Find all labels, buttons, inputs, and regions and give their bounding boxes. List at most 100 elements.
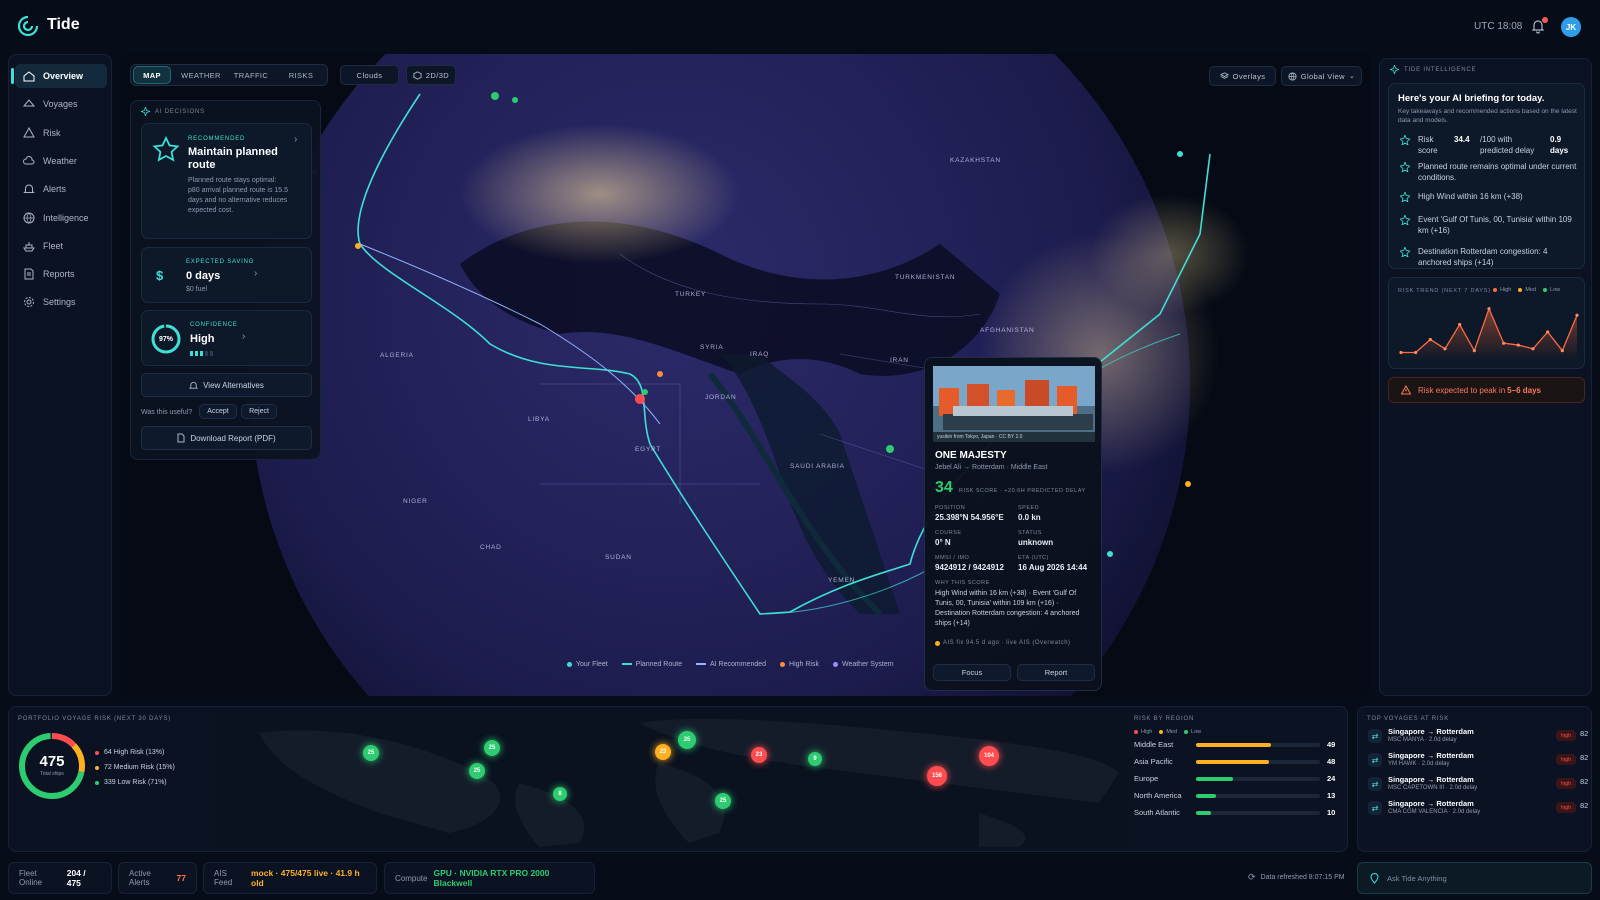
sidebar-item-reports[interactable]: Reports <box>15 262 107 286</box>
global-view-select[interactable]: Global View ⌄ <box>1281 66 1362 86</box>
accept-label: Accept <box>207 408 229 415</box>
accept-button[interactable]: Accept <box>199 404 237 419</box>
clouds-toggle[interactable]: Clouds <box>340 65 399 85</box>
trend-legend-item: Low <box>1543 287 1560 293</box>
region-label: ALGERIA <box>380 352 414 359</box>
data-refreshed: ⟳ Data refreshed 8:07:15 PM <box>1248 872 1345 883</box>
sidebar-item-overview[interactable]: Overview <box>11 64 107 88</box>
focus-button[interactable]: Focus <box>933 664 1011 681</box>
report-button[interactable]: Report <box>1017 664 1095 681</box>
star-icon <box>1400 162 1410 172</box>
map-cluster[interactable]: 25 <box>715 793 731 809</box>
region-bar-fill <box>1196 794 1216 798</box>
document-icon <box>177 433 185 443</box>
download-report-label: Download Report (PDF) <box>190 433 276 443</box>
map-cluster[interactable]: 23 <box>655 744 671 760</box>
portfolio-header: PORTFOLIO VOYAGE RISK (NEXT 30 DAYS) <box>18 716 172 722</box>
active-alerts-chip[interactable]: Active Alerts 77 <box>118 862 197 894</box>
expected-saving-card[interactable]: $ EXPECTED SAVING 0 days $0 fuel › <box>141 247 312 303</box>
region-legend-label: Low <box>1191 729 1202 735</box>
region-label: LIBYA <box>528 416 550 423</box>
feedback-question: Was this useful? <box>141 409 193 416</box>
region-legend-label: Med <box>1166 729 1178 735</box>
layers-icon <box>1219 71 1229 79</box>
region-value: 13 <box>1327 791 1336 800</box>
tab-risks[interactable]: RISKS <box>281 66 321 84</box>
reject-button[interactable]: Reject <box>241 404 277 419</box>
recommendation-title: Maintain planned route <box>188 146 278 171</box>
tide-intelligence-panel: TIDE INTELLIGENCE Here's your AI briefin… <box>1379 58 1592 696</box>
trend-point <box>1472 349 1476 353</box>
refresh-icon[interactable]: ⟳ <box>1248 872 1256 883</box>
trend-legend-label: Med <box>1525 287 1537 293</box>
region-bar-track <box>1196 794 1320 798</box>
risk-score-value: 34.4 <box>1454 135 1470 144</box>
map-cluster[interactable]: 35 <box>678 731 696 749</box>
trend-point <box>1414 350 1418 355</box>
tab-weather[interactable]: WEATHER <box>179 66 223 84</box>
download-report-button[interactable]: Download Report (PDF) <box>141 426 312 450</box>
risk-region-header: RISK BY REGION <box>1134 716 1195 722</box>
vessel-route: Jebel Ali → Rotterdam · Middle East <box>935 464 1048 471</box>
sidebar-item-voyages[interactable]: Voyages <box>15 92 107 116</box>
region-bar-fill <box>1196 811 1212 815</box>
map-cluster[interactable]: 23 <box>751 747 767 763</box>
legend-swatch <box>621 663 632 665</box>
voyage-row[interactable]: ⇄ Singapore → Rotterdam MSC MANYA · 2.0d d… <box>1366 726 1588 748</box>
compute-label: Compute <box>395 873 428 883</box>
active-alerts-value: 77 <box>176 873 186 883</box>
sidebar-item-alerts[interactable]: Alerts <box>15 177 107 201</box>
briefing-item-text: Planned route remains optimal under curr… <box>1418 162 1577 182</box>
overlays-button[interactable]: Overlays <box>1209 66 1276 86</box>
voyage-score: 82 <box>1580 729 1589 738</box>
ship-route-icon: ⇄ <box>1368 801 1382 815</box>
compute-value: GPU · NVIDIA RTX PRO 2000 Blackwell <box>433 868 550 888</box>
speed-value: 0.0 kn <box>1018 513 1041 522</box>
chevron-right-icon: › <box>242 331 246 342</box>
mmsi-value: 9424912 / 9424912 <box>935 563 1004 572</box>
map-cluster[interactable]: 8 <box>553 787 567 801</box>
region-label: NIGER <box>403 498 428 505</box>
legend-label: High Risk <box>789 660 819 668</box>
voyage-row[interactable]: ⇄ Singapore → Rotterdam MSC CAPETOWN III ·… <box>1366 774 1588 796</box>
confidence-percent: 97% <box>158 335 173 343</box>
app-title: Tide <box>47 16 80 33</box>
top-voyages-panel: TOP VOYAGES AT RISK ⇄ Singapore → Rotterd… <box>1357 706 1592 852</box>
voyage-row[interactable]: ⇄ Singapore → Rotterdam CMA CGM VALENCIA ·… <box>1366 798 1588 820</box>
sidebar: Overview Voyages Risk Weather Alerts Intellig… <box>8 54 112 696</box>
sidebar-item-risk[interactable]: Risk <box>15 121 107 145</box>
dimension-toggle[interactable]: 2D/3D <box>406 65 456 85</box>
voyage-route: Singapore → Rotterdam <box>1388 799 1474 808</box>
region-legend-item: Med <box>1159 729 1177 735</box>
voyage-row[interactable]: ⇄ Singapore → Rotterdam YM HAWK · 2.0d del… <box>1366 750 1588 772</box>
ask-tide-input[interactable]: Ask Tide Anything <box>1357 862 1592 894</box>
user-avatar[interactable]: JK <box>1561 17 1581 37</box>
ship-route-icon: ⇄ <box>1368 753 1382 767</box>
position-label: POSITION <box>935 505 966 511</box>
view-alternatives-button[interactable]: View Alternatives <box>141 373 312 397</box>
why-text: High Wind within 16 km (+38) · Event 'Gu… <box>935 590 1080 627</box>
map-cluster[interactable]: 104 <box>979 746 999 766</box>
map-cluster[interactable]: 156 <box>927 766 947 786</box>
legend-swatch <box>780 661 786 667</box>
map-cluster[interactable]: 25 <box>469 763 485 779</box>
bell-icon <box>189 381 199 389</box>
region-legend-label: High <box>1141 729 1153 735</box>
sidebar-item-weather[interactable]: Weather <box>15 149 107 173</box>
risk-peak-alert: Risk expected to peak in 5–6 days <box>1388 377 1585 403</box>
sidebar-item-intelligence[interactable]: Intelligence <box>15 206 107 230</box>
map-cluster[interactable]: 25 <box>363 745 379 761</box>
map-cluster[interactable]: 25 <box>484 740 500 756</box>
briefing-subtitle: Key takeaways and recommended actions ba… <box>1398 108 1577 124</box>
region-label: SAUDI ARABIA <box>790 463 845 470</box>
tab-traffic[interactable]: TRAFFIC <box>229 66 273 84</box>
sidebar-item-settings[interactable]: Settings <box>15 290 107 314</box>
sidebar-item-fleet[interactable]: Fleet <box>15 234 107 258</box>
map-cluster[interactable]: 9 <box>808 752 822 766</box>
tab-map[interactable]: MAP <box>133 66 171 84</box>
confidence-card[interactable]: 97% CONFIDENCE High › <box>141 310 312 366</box>
trend-point <box>1428 337 1432 342</box>
portfolio-mini-map[interactable] <box>219 713 1127 847</box>
briefing-item-text: Event 'Gulf Of Tunis, 00, Tunisia' withi… <box>1418 215 1572 235</box>
recommendation-card[interactable]: RECOMMENDED Maintain planned route Plann… <box>141 123 312 239</box>
